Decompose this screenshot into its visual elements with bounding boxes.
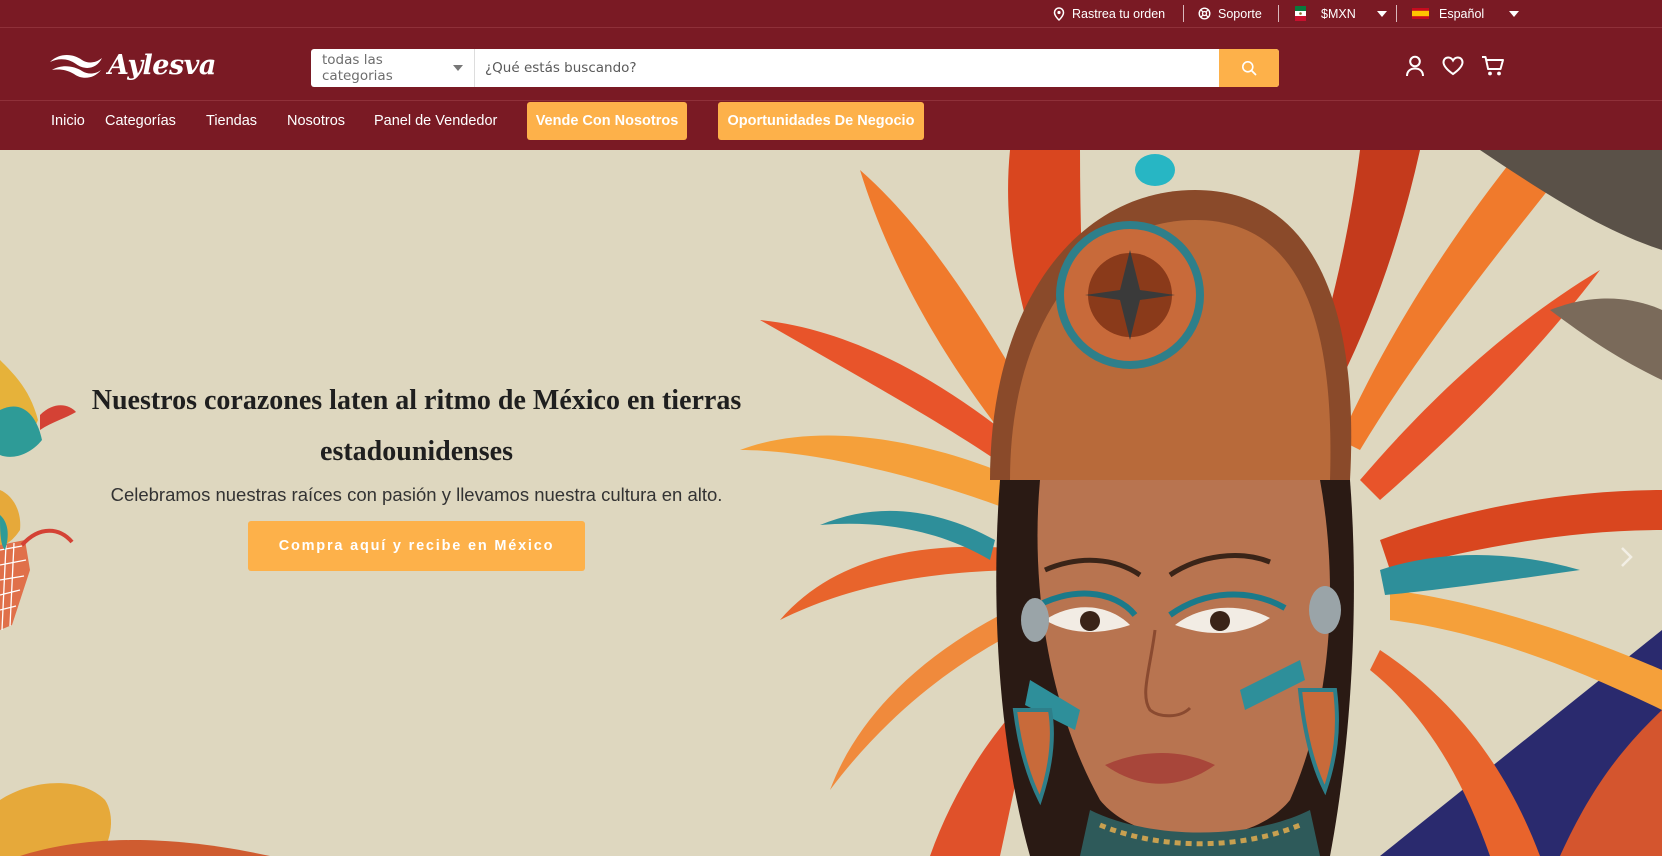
nav-item-nosotros[interactable]: Nosotros [287,101,345,141]
category-select[interactable]: todas las categorias [311,49,475,87]
search-icon [1242,61,1257,76]
sell-with-us-button[interactable]: Vende Con Nosotros [527,102,687,140]
wave-logo-icon [50,55,102,78]
top-bar: Rastrea tu orden Soporte $MXN Español [0,0,1662,28]
track-order-link[interactable]: Rastrea tu orden [1053,0,1165,27]
location-pin-icon [1053,6,1065,21]
main-header: Aylesva todas las categorias [0,28,1662,101]
chevron-down-icon [1376,10,1387,17]
account-button[interactable] [1403,54,1427,78]
hero-banner: Nuestros corazones laten al ritmo de Méx… [0,150,1662,856]
shop-now-button[interactable]: Compra aquí y recibe en México [248,521,585,571]
main-nav: Inicio Categorías Tiendas Nosotros Panel… [0,101,1662,150]
currency-selector[interactable]: $MXN [1295,0,1387,27]
nav-item-inicio[interactable]: Inicio [51,101,85,141]
logo-text: Aylesva [108,49,216,81]
divider [1183,5,1184,22]
search-button[interactable] [1219,49,1279,87]
category-select-value: todas las categorias [322,52,393,84]
cart-button[interactable] [1481,54,1505,78]
logo[interactable]: Aylesva [48,48,216,82]
search-bar: todas las categorias [311,49,1279,87]
wishlist-button[interactable] [1441,54,1465,78]
headset-icon [1198,7,1211,20]
hero-subtitle: Celebramos nuestras raíces con pasión y … [110,484,723,505]
chevron-down-icon [1509,10,1520,17]
language-selector[interactable]: Español [1412,0,1520,27]
chevron-right-icon [1621,547,1633,567]
mexico-flag-icon [1295,6,1306,21]
hero-title: Nuestros corazones laten al ritmo de Méx… [91,385,742,467]
nav-item-tiendas[interactable]: Tiendas [206,101,257,141]
cart-icon [1482,56,1504,76]
divider [1396,5,1397,22]
carousel-next-button[interactable] [1614,544,1640,570]
support-label: Soporte [1218,6,1262,21]
divider [1278,5,1279,22]
currency-label: $MXN [1321,6,1356,21]
language-label: Español [1439,6,1485,21]
user-icon [1406,55,1424,77]
business-opportunities-button[interactable]: Oportunidades De Negocio [718,102,924,140]
search-input[interactable] [475,49,1219,87]
track-order-label: Rastrea tu orden [1072,6,1166,21]
nav-item-categorias[interactable]: Categorías [105,101,176,141]
chevron-down-icon [453,65,463,71]
spain-flag-icon [1412,8,1429,19]
heart-icon [1442,56,1464,76]
nav-item-panel-vendedor[interactable]: Panel de Vendedor [374,101,497,141]
support-link[interactable]: Soporte [1198,0,1262,27]
